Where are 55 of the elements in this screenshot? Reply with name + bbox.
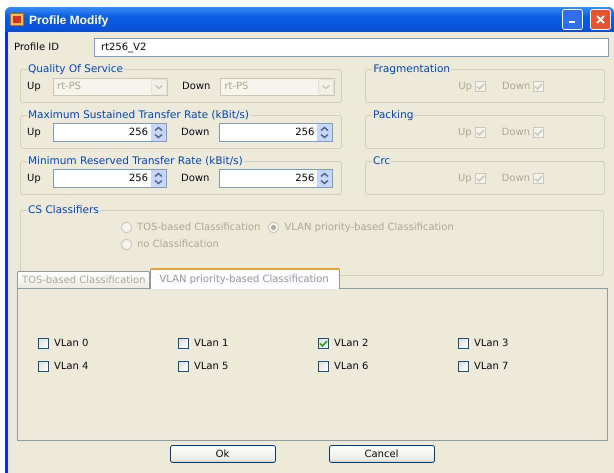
radio-label: no Classification [137,239,219,250]
checkbox[interactable] [38,361,49,372]
spin-field[interactable]: 256 [219,123,334,142]
checkbox-label: VLan 1 [194,338,228,349]
field-label: Profile ID [14,42,60,53]
spinner-arrows-icon [151,124,166,141]
spin-field[interactable]: 256 [53,123,167,142]
spinner-arrows-icon [317,170,332,187]
checkbox[interactable] [318,361,329,372]
field-label: Up [27,173,42,184]
group-title: Fragmentation [372,63,452,75]
checkbox-label: VLan 5 [194,361,228,372]
field-label: Up [27,81,42,92]
app-icon [10,13,24,26]
group-title: Crc [372,155,392,167]
spinner-arrows-icon [151,170,166,187]
checkbox-label: Up [458,127,472,138]
checkbox-label: VLan 4 [54,361,88,372]
checkbox-label: Down [502,127,530,138]
close-button[interactable] [590,9,611,30]
checkbox[interactable] [178,361,189,372]
checkbox-label: VLan 7 [474,361,508,372]
field-label: Up [27,127,42,138]
checkbox[interactable] [178,338,189,349]
checkbox-label: VLan 6 [334,361,368,372]
checkbox-label: Down [502,81,530,92]
checkbox[interactable] [458,338,469,349]
spin-field[interactable]: 256 [219,169,334,188]
group-title: CS Classifiers [27,204,100,216]
checkbox-label: VLan 0 [54,338,88,349]
checkbox-label: Up [458,173,472,184]
radio-label: VLAN priority-based Classification [284,222,454,233]
group-title: Quality Of Service [27,63,124,75]
checkbox-label: VLan 3 [474,338,508,349]
group-title: Maximum Sustained Transfer Rate (kBit/s) [27,109,250,121]
checkbox[interactable] [318,338,329,349]
dialog-button[interactable]: Cancel [328,445,434,463]
field-label: Down [181,173,210,184]
profile-id-field[interactable]: rt256_V2 [94,38,609,57]
spinner-arrows-icon [317,124,332,141]
spin-field[interactable]: 256 [53,169,167,188]
checkbox-label: Down [502,173,530,184]
checkbox-label: Up [458,81,472,92]
group-title: Minimum Reserved Transfer Rate (kBit/s) [27,155,244,167]
group-title: Packing [372,109,414,121]
field-label: Down [181,127,210,138]
minimize-button[interactable] [562,9,583,30]
field-label: Down [182,81,210,92]
checkbox-label: VLan 2 [334,338,368,349]
window-title: Profile Modify [29,12,110,26]
close-icon [595,14,606,25]
radio-label: TOS-based Classification [137,222,260,233]
checkbox[interactable] [38,338,49,349]
dialog-button[interactable]: Ok [170,445,276,463]
checkbox[interactable] [458,361,469,372]
